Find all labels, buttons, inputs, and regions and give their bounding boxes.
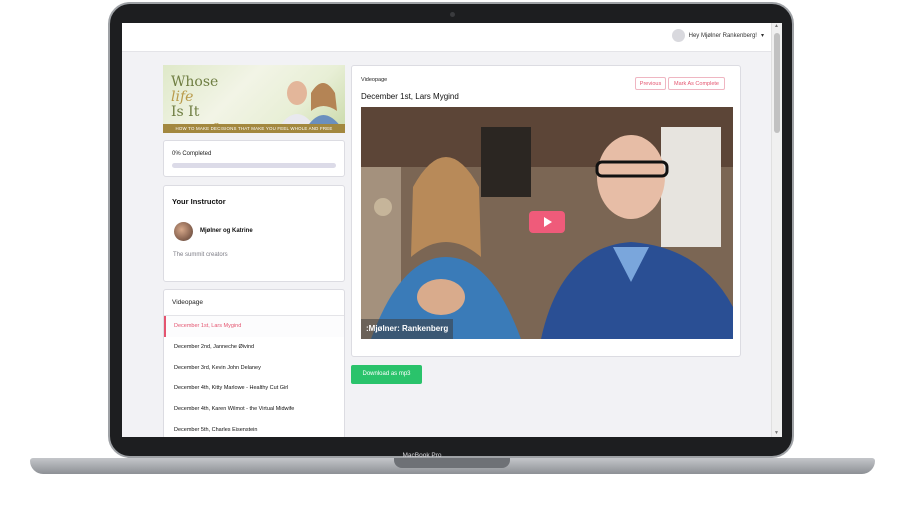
lesson-item[interactable]: December 3rd, Kevin John Delaney [164, 358, 344, 379]
banner-tagline: HOW TO MAKE DECISIONS THAT MAKE YOU FEEL… [163, 124, 345, 133]
progress-label: 0% Completed [172, 151, 212, 157]
user-menu[interactable]: Hey Mjølner Rankenberg! ▾ [671, 29, 764, 42]
instructor-card: Your Instructor Mjølner og Katrine The s… [163, 185, 345, 282]
lesson-item[interactable]: December 2nd, Janneche Øivind [164, 337, 344, 358]
chevron-down-icon: ▾ [760, 33, 764, 39]
lesson-title: December 1st, Lars Mygind [361, 92, 459, 101]
user-greeting: Hey Mjølner Rankenberg! [688, 32, 757, 39]
video-card: Videopage December 1st, Lars Mygind Prev… [351, 65, 741, 357]
lessons-heading: Videopage [172, 299, 203, 306]
progress-card: 0% Completed [163, 140, 345, 177]
lesson-item[interactable]: December 4th, Kitty Marlowe - Healthy Cu… [164, 378, 344, 399]
lessons-card: Videopage December 1st, Lars Mygind Dece… [163, 289, 345, 437]
camera-icon [450, 12, 455, 17]
lesson-item[interactable]: December 5th, Charles Eisenstein [164, 420, 344, 437]
user-avatar-icon [671, 29, 685, 42]
banner-hosts-photo [279, 81, 341, 127]
instructor-avatar [174, 222, 193, 241]
device-label: MacBook Pro [402, 452, 442, 459]
scroll-up-icon[interactable]: ▲ [774, 23, 779, 29]
videopage-label: Videopage [361, 77, 388, 83]
top-bar: Hey Mjølner Rankenberg! ▾ [122, 23, 772, 52]
banner-title-line: Is It [171, 104, 200, 120]
download-mp3-button[interactable]: Download as mp3 [351, 365, 422, 384]
banner-title-line: Whose [171, 74, 219, 90]
progress-bar [172, 163, 336, 168]
lesson-item[interactable]: December 4th, Karen Wilmot - the Virtual… [164, 399, 344, 420]
instructor-heading: Your Instructor [172, 197, 226, 206]
banner-title-line: life [171, 89, 194, 105]
instructor-description: The summit creators [173, 252, 228, 258]
video-player[interactable]: :Mjølner: Rankenberg [361, 107, 733, 339]
laptop-base [30, 458, 875, 474]
page-scrollbar[interactable]: ▲ ▼ [771, 23, 782, 437]
instructor-name: Mjølner og Katrine [200, 228, 253, 234]
scroll-thumb[interactable] [774, 33, 780, 133]
previous-button[interactable]: Previous [635, 77, 666, 90]
course-banner: Whose life Is It anyway? HOW TO MAKE DEC… [163, 65, 345, 133]
lesson-item-active[interactable]: December 1st, Lars Mygind [164, 316, 344, 337]
browser-screen: Hey Mjølner Rankenberg! ▾ ▲ ▼ Whose life… [122, 23, 782, 437]
laptop-notch [394, 458, 510, 468]
lesson-list: December 1st, Lars Mygind December 2nd, … [164, 316, 344, 437]
video-caption: :Mjølner: Rankenberg [361, 319, 454, 339]
mark-complete-button[interactable]: Mark As Complete [668, 77, 725, 90]
scroll-down-icon[interactable]: ▼ [774, 430, 779, 436]
play-button[interactable] [529, 211, 565, 233]
